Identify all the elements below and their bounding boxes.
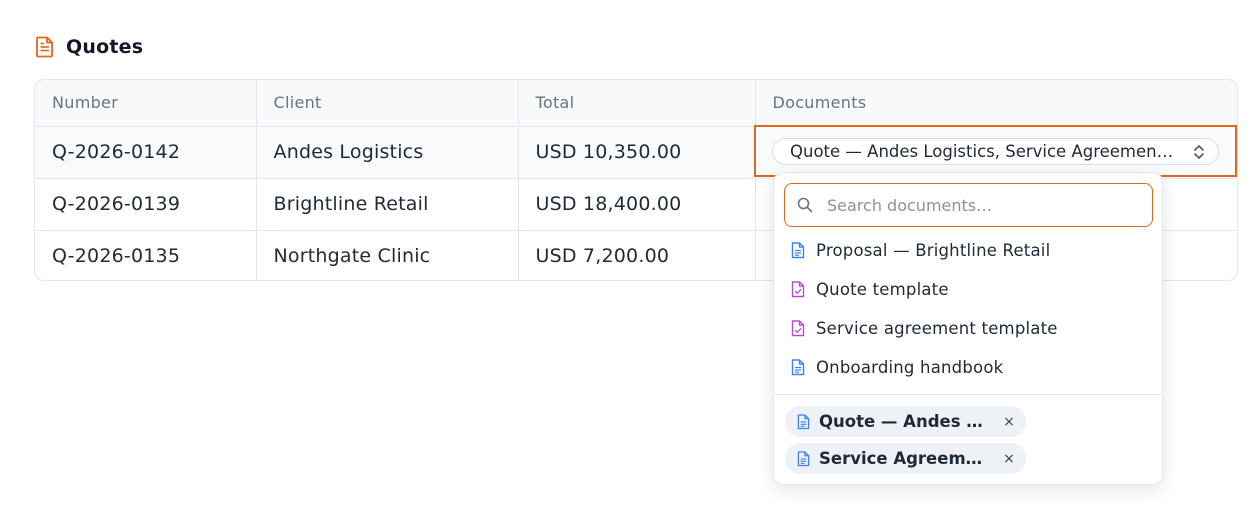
option-label: Quote template — [816, 280, 949, 299]
total-cell: USD 7,200.00 — [518, 230, 756, 280]
search-icon — [797, 197, 813, 213]
document-search-input[interactable] — [827, 195, 1137, 215]
chevron-up-down-icon[interactable] — [1192, 142, 1206, 162]
documents-select[interactable]: Quote — Andes Logistics, Service Agreeme… — [772, 138, 1219, 165]
quote-document-icon — [36, 36, 54, 58]
quote-number-cell: Q-2026-0139 — [35, 178, 257, 231]
document-icon — [797, 413, 810, 430]
document-icon — [791, 359, 805, 376]
column-header-total[interactable]: Total — [518, 80, 756, 127]
option-label: Proposal — Brightline Retail — [816, 241, 1051, 260]
option-label: Service agreement template — [816, 319, 1058, 338]
column-header-client[interactable]: Client — [256, 80, 519, 127]
client-cell: Northgate Clinic — [256, 230, 519, 280]
document-option-proposal[interactable]: Proposal — Brightline Retail — [774, 231, 1162, 270]
documents-select-value: Quote — Andes Logistics, Service Agreeme… — [790, 142, 1174, 161]
chip-label: Service Agreemen… — [819, 449, 989, 468]
document-icon — [797, 450, 810, 467]
quote-number-cell: Q-2026-0142 — [35, 126, 257, 179]
table-header-row: Number Client Total Documents — [35, 80, 1237, 127]
client-cell: Brightline Retail — [256, 178, 519, 231]
option-label: Onboarding handbook — [816, 358, 1004, 377]
template-icon — [791, 320, 805, 337]
document-option-onboarding-handbook[interactable]: Onboarding handbook — [774, 348, 1162, 387]
page-header: Quotes — [36, 36, 143, 58]
document-icon — [791, 242, 805, 259]
template-icon — [791, 281, 805, 298]
remove-chip-close-icon[interactable]: × — [1002, 451, 1016, 467]
page-title: Quotes — [66, 36, 144, 58]
client-cell: Andes Logistics — [256, 126, 519, 179]
remove-chip-close-icon[interactable]: × — [1002, 414, 1016, 430]
column-header-documents[interactable]: Documents — [755, 80, 1237, 127]
selected-document-chip: Quote — Andes Lo… × — [785, 406, 1026, 437]
quote-number-cell: Q-2026-0135 — [35, 230, 257, 280]
chip-label: Quote — Andes Lo… — [819, 412, 989, 431]
dropdown-divider — [774, 394, 1162, 395]
selected-document-chip: Service Agreemen… × — [785, 443, 1026, 474]
column-header-number[interactable]: Number — [35, 80, 257, 127]
selected-documents: Quote — Andes Lo… × Service Agreemen… × — [785, 406, 1026, 480]
document-search-box[interactable] — [784, 183, 1153, 227]
document-option-service-agreement-template[interactable]: Service agreement template — [774, 309, 1162, 348]
total-cell: USD 10,350.00 — [518, 126, 756, 179]
total-cell: USD 18,400.00 — [518, 178, 756, 231]
document-option-quote-template[interactable]: Quote template — [774, 270, 1162, 309]
documents-dropdown: Proposal — Brightline Retail Quote templ… — [773, 172, 1163, 485]
document-options: Proposal — Brightline Retail Quote templ… — [774, 231, 1162, 387]
